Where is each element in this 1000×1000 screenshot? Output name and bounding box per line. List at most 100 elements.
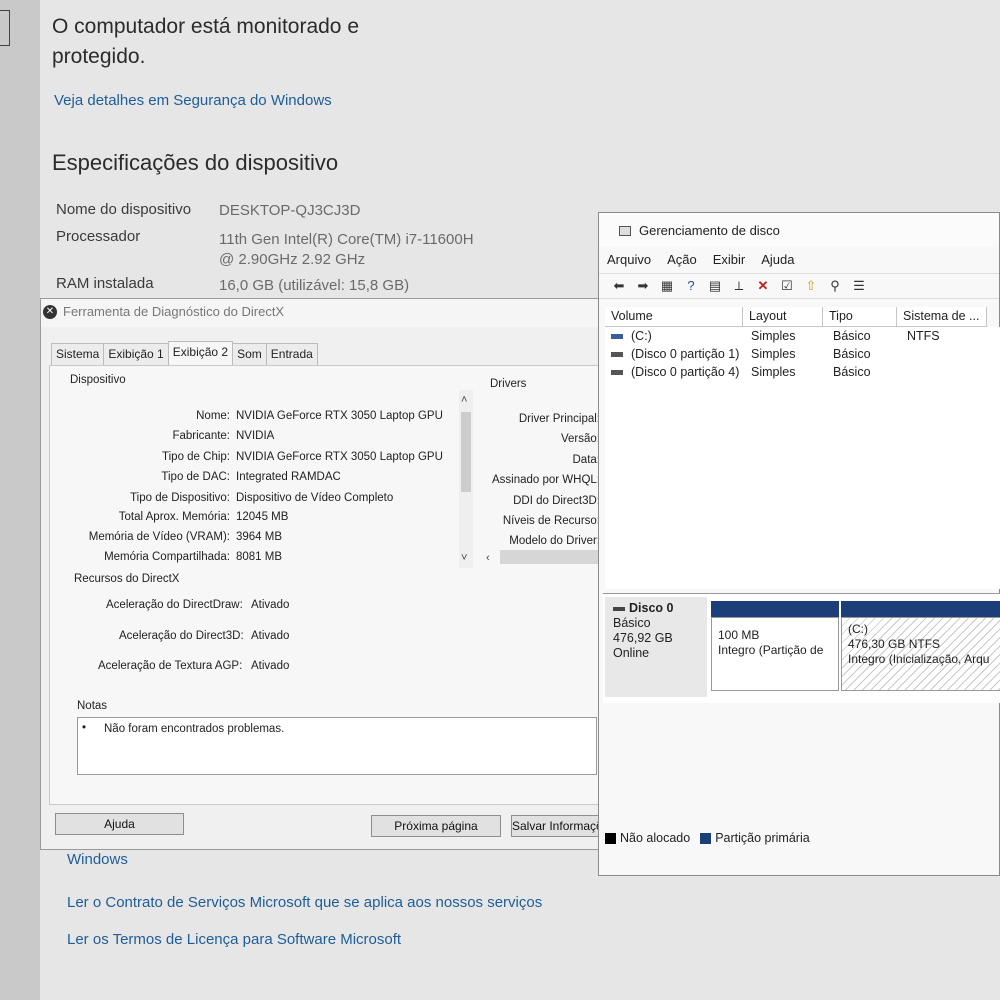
help-icon[interactable]: ? <box>681 277 701 295</box>
back-icon[interactable]: ⬅ <box>609 277 629 295</box>
notes-text: Não foram encontrados problemas. <box>104 723 285 735</box>
col-filesystem[interactable]: Sistema de ... <box>897 307 987 327</box>
tab-som[interactable]: Som <box>232 343 267 365</box>
spec-label-ram: RAM instalada <box>56 275 154 292</box>
device-info-list: Nome: NVIDIA GeForce RTX 3050 Laptop GPU … <box>70 390 475 568</box>
driver-ddi-label: DDI do Direct3D: <box>513 495 600 507</box>
disk-icon <box>613 606 625 611</box>
spec-label-device-name: Nome do dispositivo <box>56 201 192 218</box>
agp-accel-value: Ativado <box>251 660 290 672</box>
disk-app-icon <box>619 226 631 236</box>
scroll-down-icon[interactable]: ˅ <box>461 552 467 564</box>
volume-type: Básico <box>833 329 871 343</box>
device-name-label: Nome: <box>196 410 230 422</box>
agp-accel-label: Aceleração de Textura AGP: <box>98 660 243 672</box>
scroll-up-icon[interactable]: ˄ <box>461 394 467 406</box>
disk-size: 476,92 GB <box>613 631 673 645</box>
device-row: Tipo de Dispositivo: Dispositivo de Vídeo… <box>70 492 475 512</box>
chip-type-value: NVIDIA GeForce RTX 3050 Laptop GPU <box>236 451 443 463</box>
connect-icon[interactable]: ⟂ <box>729 277 749 295</box>
save-info-button[interactable]: Salvar Informações... <box>511 815 601 837</box>
partition-body: (C:) 476,30 GB NTFS Integro (Inicializaç… <box>841 617 1000 691</box>
driver-feature-levels-label: Níveis de Recurso: <box>502 515 600 527</box>
device-name-value: NVIDIA GeForce RTX 3050 Laptop GPU <box>236 410 443 422</box>
col-layout[interactable]: Layout <box>743 307 823 327</box>
drivers-hscrollbar[interactable] <box>500 550 602 564</box>
notes-textbox[interactable]: • Não foram encontrados problemas. <box>77 717 597 775</box>
left-window-frame <box>0 10 10 46</box>
license-terms-link[interactable]: Ler os Termos de Licença para Software M… <box>67 931 401 948</box>
drivers-group-label: Drivers <box>490 378 527 390</box>
disk-0-info[interactable]: Disco 0 Básico 476,92 GB Online <box>605 597 707 697</box>
tab-exibicao-2[interactable]: Exibição 2 <box>167 341 234 365</box>
notes-bullet: • <box>82 722 87 734</box>
volume-layout: Simples <box>751 329 796 343</box>
properties-icon[interactable]: ▤ <box>705 277 725 295</box>
list-icon[interactable]: ☰ <box>849 277 869 295</box>
chip-type-label: Tipo de Chip: <box>162 451 230 463</box>
up-icon[interactable]: ▦ <box>657 277 677 295</box>
device-type-label: Tipo de Dispositivo: <box>130 492 230 504</box>
security-status-title: O computador está monitorado e protegido… <box>52 15 360 68</box>
driver-model-label: Modelo do Driver: <box>509 535 600 547</box>
menu-arquivo[interactable]: Arquivo <box>599 249 659 273</box>
volume-icon <box>611 334 623 339</box>
tab-exibicao-1[interactable]: Exibição 1 <box>103 343 169 365</box>
import-icon[interactable]: ⇧ <box>801 277 821 295</box>
directdraw-accel-value: Ativado <box>251 599 290 611</box>
partition-bar <box>711 601 839 617</box>
manufacturer-value: NVIDIA <box>236 430 275 442</box>
services-agreement-link[interactable]: Ler o Contrato de Serviços Microsoft que… <box>67 894 542 911</box>
diskmgmt-toolbar: ⬅ ➡ ▦ ? ▤ ⟂ ✕ ☑ ⇧ ⚲ ☰ <box>599 273 999 299</box>
partition-size: 476,30 GB NTFS <box>848 637 941 651</box>
dxdiag-tabs: Sistema Exibição 1 Exibição 2 Som Entrad… <box>51 341 318 365</box>
vram-value: 3964 MB <box>236 531 283 543</box>
partition-status: Integro (Inicialização, Arqu <box>848 652 990 666</box>
partition-status: Integro (Partição de <box>718 643 824 657</box>
diskmgmt-titlebar[interactable]: Gerenciamento de disco <box>599 213 999 247</box>
volume-type: Básico <box>833 347 871 361</box>
menu-exibir[interactable]: Exibir <box>705 249 754 273</box>
tab-sistema[interactable]: Sistema <box>51 343 105 365</box>
dxdiag-title: Ferramenta de Diagnóstico do DirectX <box>63 304 285 319</box>
col-volume[interactable]: Volume <box>605 307 743 327</box>
driver-date-label: Data: <box>572 454 601 466</box>
manufacturer-label: Fabricante: <box>172 430 230 442</box>
windows-link[interactable]: Windows <box>67 851 128 868</box>
tab-entrada[interactable]: Entrada <box>265 343 318 365</box>
device-type-value: Dispositivo de Vídeo Completo <box>236 492 394 504</box>
disk-name: Disco 0 <box>613 601 707 616</box>
volume-name: (C:) <box>631 329 652 343</box>
volume-layout: Simples <box>751 347 796 361</box>
security-details-link[interactable]: Veja detalhes em Segurança do Windows <box>54 92 332 109</box>
direct3d-accel-value: Ativado <box>251 630 290 642</box>
forward-icon[interactable]: ➡ <box>633 277 653 295</box>
check-icon[interactable]: ☑ <box>777 277 797 295</box>
dxdiag-window: ✕ Ferramenta de Diagnóstico do DirectX S… <box>40 298 602 850</box>
disk-legend: Não alocado Partição primária <box>605 831 810 845</box>
total-memory-value: 12045 MB <box>236 511 289 523</box>
partition-c[interactable]: (C:) 476,30 GB NTFS Integro (Inicializaç… <box>841 601 1000 691</box>
col-tipo[interactable]: Tipo <box>823 307 897 327</box>
delete-icon[interactable]: ✕ <box>753 277 773 295</box>
drivers-scroll-left-icon[interactable]: ‹ <box>486 552 490 564</box>
next-page-button[interactable]: Próxima página <box>371 815 501 837</box>
diskmgmt-menubar: Arquivo Ação Exibir Ajuda <box>599 249 802 273</box>
device-specs-heading: Especificações do dispositivo <box>52 150 339 175</box>
menu-ajuda[interactable]: Ajuda <box>753 249 802 273</box>
search-icon[interactable]: ⚲ <box>825 277 845 295</box>
volume-fs: NTFS <box>907 329 940 343</box>
volume-name: (Disco 0 partição 1) <box>631 347 740 361</box>
legend-primary: Partição primária <box>715 831 810 845</box>
help-button[interactable]: Ajuda <box>55 813 184 835</box>
partition-efi[interactable]: 100 MB Integro (Partição de <box>711 601 839 691</box>
partition-bar <box>841 601 1000 617</box>
device-row: Memória Compartilhada: 8081 MB <box>70 551 475 571</box>
directdraw-accel-label: Aceleração do DirectDraw: <box>106 599 243 611</box>
volume-icon <box>611 370 623 375</box>
spec-value-device-name[interactable]: DESKTOP-QJ3CJ3D <box>219 201 360 221</box>
menu-acao[interactable]: Ação <box>659 249 705 273</box>
dac-type-value: Integrated RAMDAC <box>236 471 341 483</box>
driver-whql-label: Assinado por WHQL: <box>491 474 600 486</box>
dxdiag-titlebar[interactable]: ✕ Ferramenta de Diagnóstico do DirectX <box>41 299 601 327</box>
